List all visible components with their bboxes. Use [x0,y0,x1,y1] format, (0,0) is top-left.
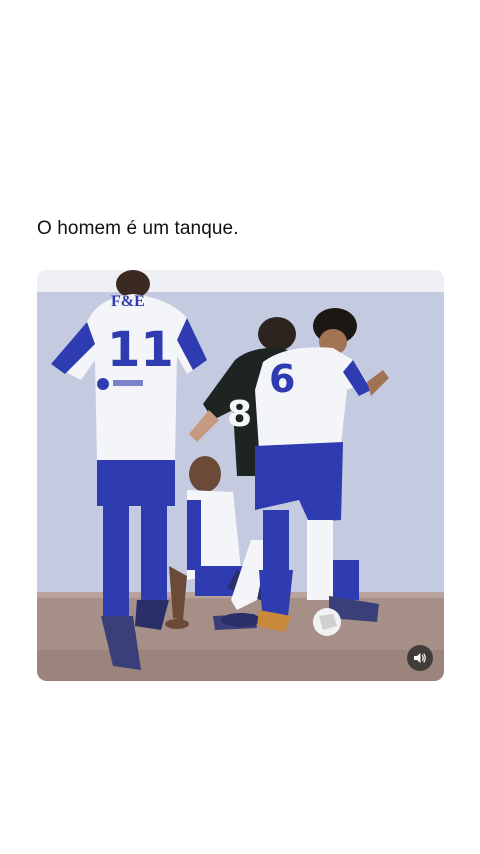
jersey-number-right: 6 [269,357,295,401]
post-text: O homem é um tanque. [37,218,239,239]
sound-toggle-button[interactable] [407,645,433,671]
jersey-number-left: 11 [107,322,174,378]
arena-ceiling [37,270,444,292]
speaker-icon [414,653,426,663]
jersey-number-center: 8 [227,394,252,435]
jersey-sponsor-left: F&E [111,293,145,310]
video-player[interactable]: F&E 11 8 6 [37,270,444,681]
post-screen: O homem é um tanque. F&E 11 8 6 [0,0,480,854]
video-frame: F&E 11 8 6 [37,270,444,681]
